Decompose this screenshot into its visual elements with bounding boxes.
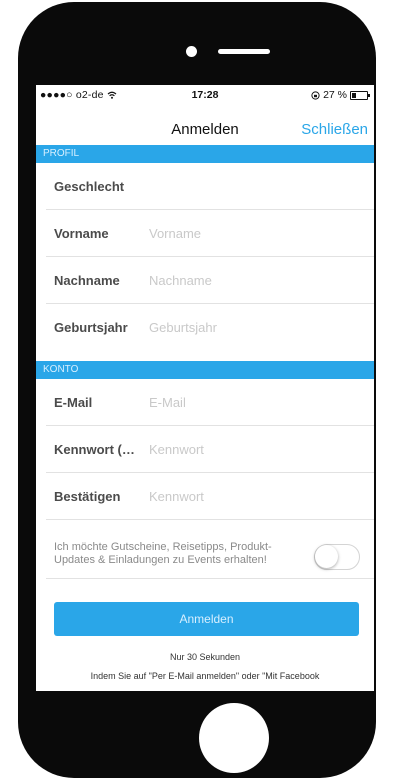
gender-label: Geschlecht	[54, 179, 125, 194]
birth-year-label: Geburtsjahr	[54, 320, 128, 335]
last-name-label: Nachname	[54, 273, 120, 288]
password-field[interactable]	[149, 438, 359, 460]
confirm-password-field[interactable]	[149, 485, 359, 507]
rotation-lock-icon	[311, 90, 320, 100]
birth-year-field[interactable]	[149, 316, 359, 338]
first-name-row: Vorname	[36, 210, 374, 257]
birth-year-row: Geburtsjahr	[36, 304, 374, 351]
battery-icon	[350, 90, 370, 100]
password-label: Kennwort (…	[54, 442, 135, 457]
toggle-knob	[315, 545, 338, 568]
nav-bar: Anmelden Schließen	[36, 107, 374, 145]
section-header-account: KONTO	[36, 361, 374, 379]
gender-row[interactable]: Geschlecht	[36, 163, 374, 210]
password-row: Kennwort (…	[36, 426, 374, 473]
speaker	[218, 49, 270, 54]
divider	[46, 519, 374, 520]
email-label: E-Mail	[54, 395, 93, 410]
confirm-row: Bestätigen	[36, 473, 374, 520]
legal-text: Indem Sie auf "Per E-Mail anmelden" oder…	[90, 671, 320, 681]
section-header-profile: PROFIL	[36, 145, 374, 163]
battery-percent: 27 %	[323, 89, 347, 101]
status-bar: ●●●●○ o2-de 17:28 27 %	[36, 85, 374, 105]
email-field[interactable]	[149, 391, 359, 413]
last-name-row: Nachname	[36, 257, 374, 304]
consent-toggle[interactable]	[314, 544, 360, 570]
battery-fill	[352, 92, 356, 98]
screen: ●●●●○ o2-de 17:28 27 % Anmelden Schließe…	[36, 85, 374, 691]
consent-row: Ich möchte Gutscheine, Reisetipps, Produ…	[36, 531, 374, 579]
camera	[186, 46, 197, 57]
email-row: E-Mail	[36, 379, 374, 426]
last-name-field[interactable]	[149, 269, 359, 291]
duration-hint: Nur 30 Sekunden	[169, 652, 241, 662]
divider	[46, 578, 374, 579]
home-button[interactable]	[199, 703, 269, 773]
consent-text: Ich möchte Gutscheine, Reisetipps, Produ…	[54, 541, 272, 566]
submit-button[interactable]: Anmelden	[54, 602, 359, 636]
close-button[interactable]: Schließen	[301, 121, 368, 138]
first-name-label: Vorname	[54, 226, 109, 241]
first-name-field[interactable]	[149, 222, 359, 244]
status-right: 27 %	[311, 89, 370, 101]
confirm-label: Bestätigen	[54, 489, 121, 504]
